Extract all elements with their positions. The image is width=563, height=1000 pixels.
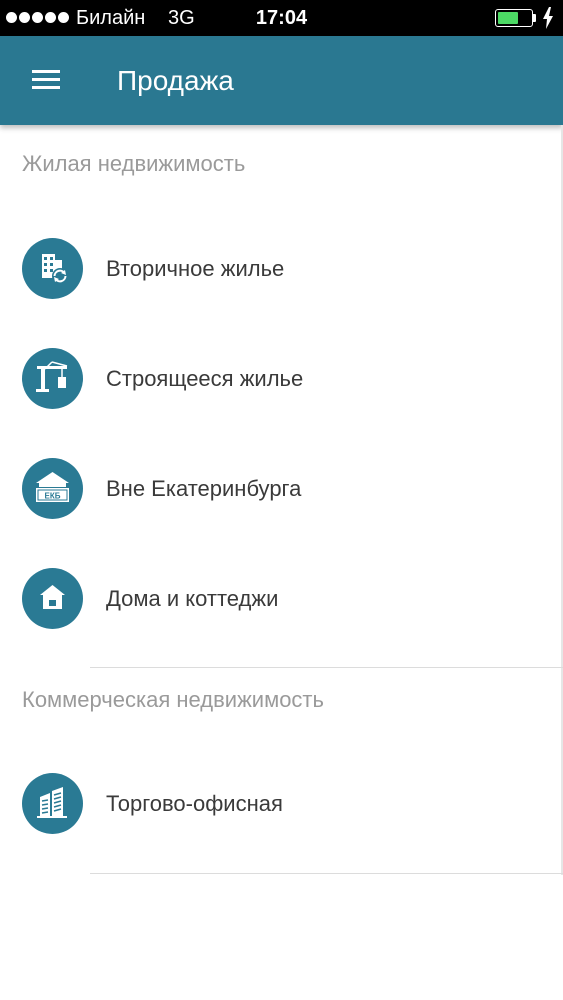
section-header-commercial: Коммерческая недвижимость bbox=[22, 687, 324, 712]
construction-crane-icon bbox=[22, 348, 83, 409]
list-item-label: Вторичное жилье bbox=[106, 256, 285, 281]
office-buildings-icon bbox=[22, 773, 83, 834]
status-time: 17:04 bbox=[255, 7, 308, 29]
list-item-label: Дома и коттеджи bbox=[106, 586, 279, 611]
ekb-sign-house-icon: ЕКБ bbox=[22, 458, 83, 519]
list-item-secondary-housing[interactable]: Вторичное жилье bbox=[0, 227, 563, 311]
section-divider bbox=[90, 667, 563, 668]
list-item-outside-ekaterinburg[interactable]: ЕКБ Вне Екатеринбурга bbox=[0, 447, 563, 531]
hamburger-menu-icon[interactable] bbox=[22, 60, 62, 100]
section-header-residential: Жилая недвижимость bbox=[22, 151, 246, 176]
charging-bolt-icon bbox=[543, 7, 553, 29]
list-item-houses-cottages[interactable]: Дома и коттеджи bbox=[0, 557, 563, 641]
status-bar: Билайн 3G 17:04 bbox=[0, 0, 563, 36]
building-refresh-icon bbox=[22, 238, 83, 299]
list-item-retail-office[interactable]: Торгово-офисная bbox=[0, 762, 563, 846]
page-title: Продажа bbox=[117, 65, 234, 96]
app-bar: Продажа bbox=[0, 36, 563, 125]
section-divider bbox=[90, 873, 563, 874]
house-icon bbox=[22, 568, 83, 629]
battery-icon bbox=[495, 9, 536, 27]
list-item-label: Торгово-офисная bbox=[106, 791, 283, 816]
list-item-new-construction[interactable]: Строящееся жилье bbox=[0, 337, 563, 421]
list-item-label: Вне Екатеринбурга bbox=[106, 476, 302, 501]
list-item-label: Строящееся жилье bbox=[106, 366, 304, 391]
ekb-icon-text: ЕКБ bbox=[45, 492, 61, 501]
